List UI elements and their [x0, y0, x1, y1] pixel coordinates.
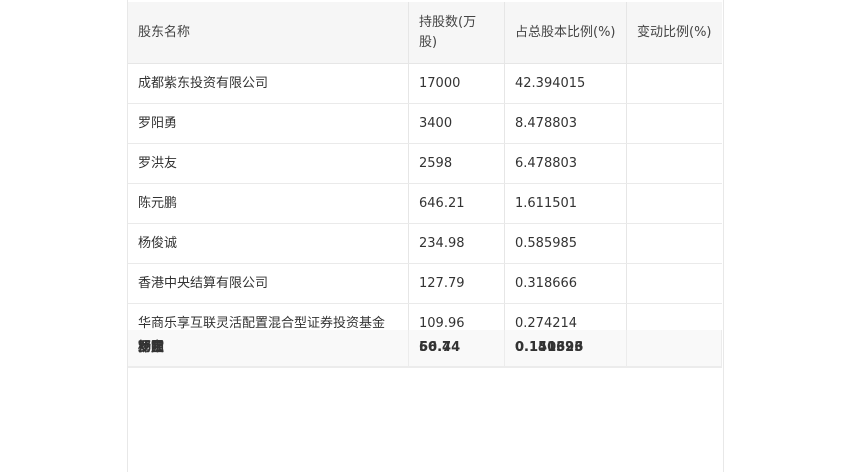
overlap-ratio-cell: 0.141396 0.150623 [505, 330, 627, 366]
cell-name: 罗阳勇 [128, 104, 409, 143]
cell-ratio: 1.611501 [505, 184, 627, 223]
cell-ratio: 42.394015 [505, 64, 627, 103]
cell-shares: 127.79 [409, 264, 505, 303]
cell-name: 香港中央结算有限公司 [128, 264, 409, 303]
cell-ratio: 0.318666 [505, 264, 627, 303]
header-ratio: 占总股本比例(%) [505, 2, 627, 63]
cell-change [627, 104, 722, 143]
header-name: 股东名称 [128, 2, 409, 63]
table-row: 陈元鹏 646.21 1.611501 [128, 184, 722, 224]
overlap-ratio: 0.150623 [515, 340, 584, 355]
table-row: 成都紫东投资有限公司 17000 42.394015 [128, 64, 722, 104]
overlap-name-cell: 杨霆 罗阳 邓宝 [128, 330, 409, 366]
cell-name: 杨俊诚 [128, 224, 409, 263]
table-header-row: 股东名称 持股数(万股) 占总股本比例(%) 变动比例(%) [128, 2, 722, 64]
cell-ratio: 0.585985 [505, 224, 627, 263]
cell-shares: 3400 [409, 104, 505, 143]
cell-shares: 646.21 [409, 184, 505, 223]
overlap-name: 邓宝 [138, 340, 165, 355]
header-shares: 持股数(万股) [409, 2, 505, 63]
table-row: 罗阳勇 3400 8.478803 [128, 104, 722, 144]
header-change: 变动比例(%) [637, 24, 712, 40]
cell-change [627, 224, 722, 263]
cell-change [627, 64, 722, 103]
cell-shares: 17000 [409, 64, 505, 103]
cell-name: 成都紫东投资有限公司 [128, 64, 409, 103]
overlapping-rows: 杨霆 罗阳 邓宝 56.74 60.4 0.141396 0.150623 [128, 330, 722, 368]
cell-change [627, 144, 722, 183]
cell-name: 罗洪友 [128, 144, 409, 183]
cell-shares: 234.98 [409, 224, 505, 263]
shareholder-table: 股东名称 持股数(万股) 占总股本比例(%) 变动比例(%) 成都紫东投资有限公… [128, 2, 722, 338]
cell-name: 陈元鹏 [128, 184, 409, 223]
cell-change [627, 184, 722, 223]
cell-shares: 2598 [409, 144, 505, 183]
cell-change [627, 264, 722, 303]
overlap-change-cell [627, 330, 722, 366]
table-row: 杨俊诚 234.98 0.585985 [128, 224, 722, 264]
overlap-shares: 60.4 [419, 340, 452, 355]
overlap-shares-cell: 56.74 60.4 [409, 330, 505, 366]
cell-ratio: 6.478803 [505, 144, 627, 183]
cell-change [627, 304, 722, 314]
table-row: 罗洪友 2598 6.478803 [128, 144, 722, 184]
table-row: 香港中央结算有限公司 127.79 0.318666 [128, 264, 722, 304]
cell-ratio: 8.478803 [505, 104, 627, 143]
